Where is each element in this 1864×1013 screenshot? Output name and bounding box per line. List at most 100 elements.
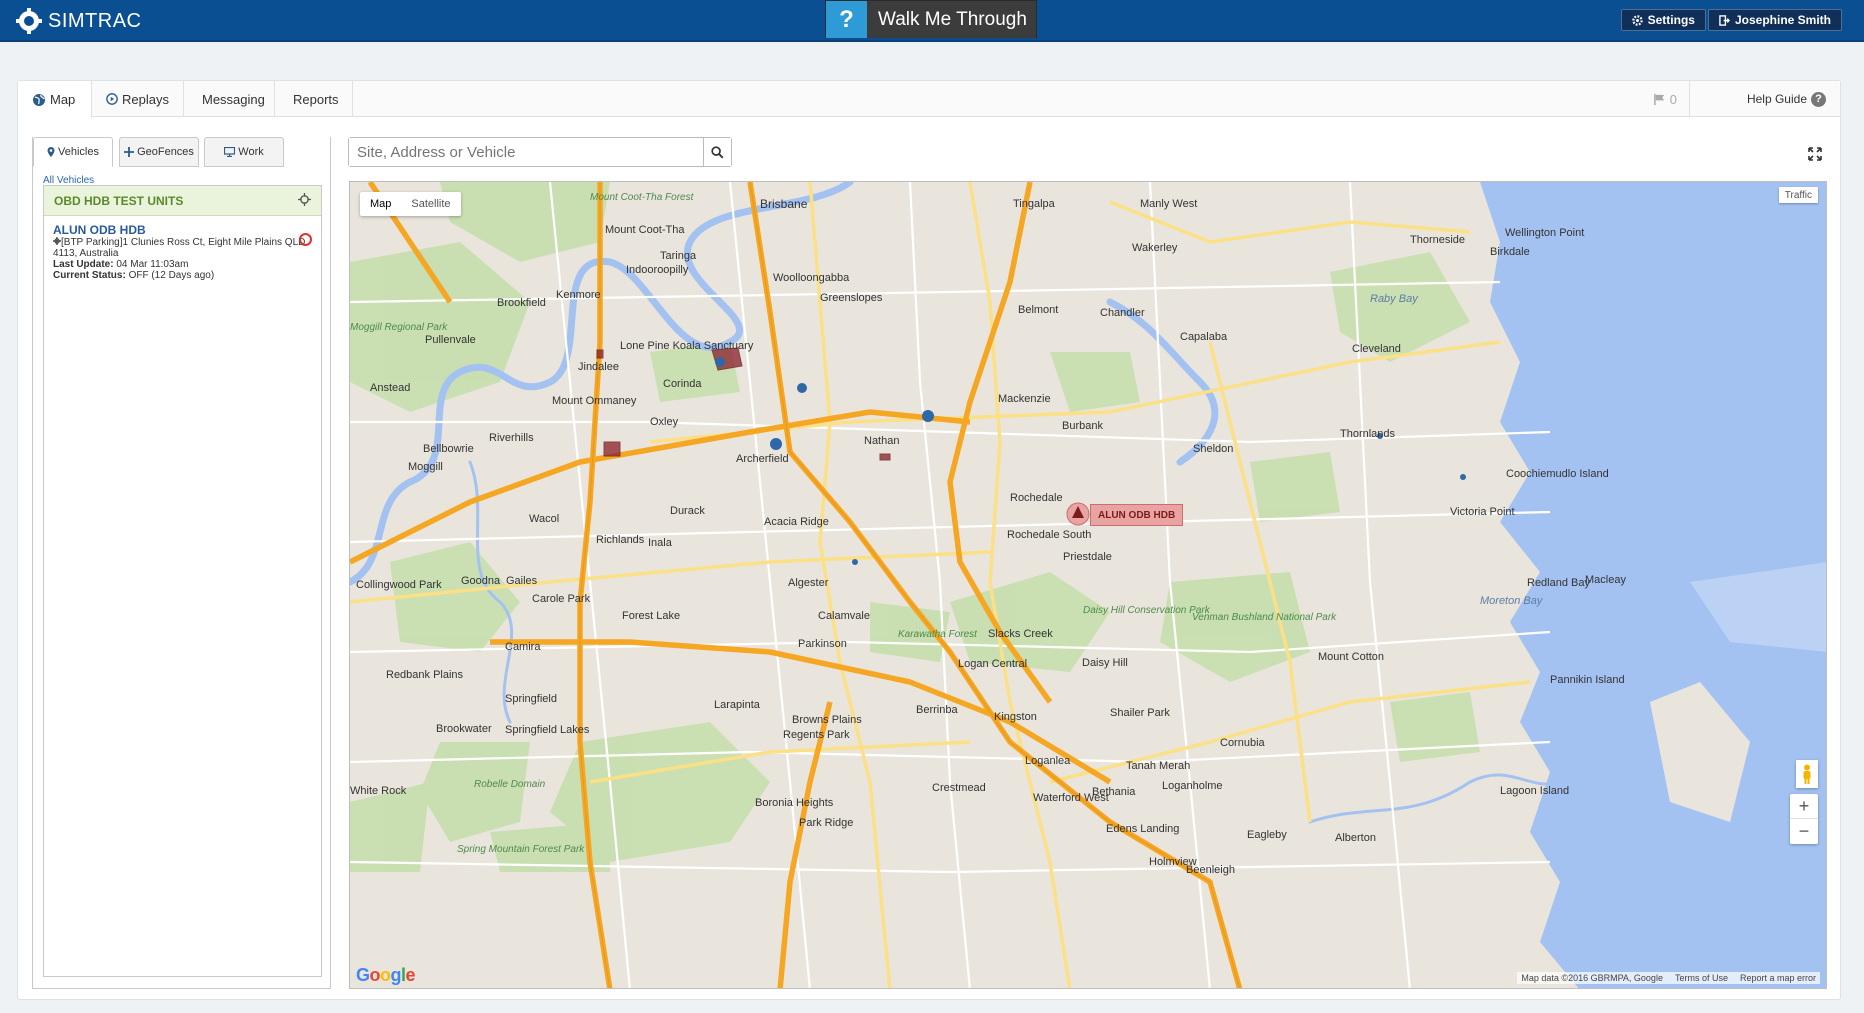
help-icon: ? — [1811, 91, 1826, 107]
vehicle-sidebar: Vehicles GeoFences Work All Vehicles OBD… — [32, 137, 331, 989]
alerts-count: 0 — [1669, 91, 1677, 107]
terms-of-use-link[interactable]: Terms of Use — [1675, 973, 1728, 983]
question-icon: ? — [826, 1, 867, 38]
map-place-label: Tanah Merah — [1126, 760, 1191, 772]
map-place-label: Cleveland — [1352, 343, 1401, 355]
map-place-label: Karawatha Forest — [898, 629, 977, 640]
map-place-label: Gailes — [506, 575, 538, 587]
vehicle-list-item[interactable]: ALUN ODB HDB [BTP Parking]1 Clunies Ross… — [53, 224, 308, 281]
map-place-label: Nathan — [864, 435, 900, 447]
subtab-geofences[interactable]: GeoFences — [119, 137, 199, 167]
map-place-label: Alberton — [1335, 832, 1376, 844]
map-place-label: Daisy Hill Conservation Park — [1083, 605, 1210, 616]
main-panel: Map Replays Messaging Reports 0 Help Gui… — [17, 80, 1841, 1000]
map-place-label: Shailer Park — [1110, 707, 1170, 719]
map-place-label: Macleay — [1585, 574, 1626, 586]
vehicle-marker-icon[interactable] — [1066, 502, 1092, 528]
map-attribution: Map data ©2016 GBRMPA, Google Terms of U… — [1517, 972, 1820, 984]
map-place-label: Edens Landing — [1106, 823, 1180, 835]
alerts-button[interactable]: 0 — [1641, 81, 1690, 117]
map-place-label: Corinda — [663, 378, 702, 390]
map-place-label: Springfield — [505, 693, 557, 705]
vehicle-map-label[interactable]: ALUN ODB HDB — [1090, 504, 1184, 526]
map-place-label: Loganholme — [1162, 780, 1223, 792]
traffic-toggle-button[interactable]: Traffic — [1778, 187, 1818, 203]
map-place-label: Waterford West — [1033, 792, 1109, 804]
crosshair-icon — [124, 147, 135, 157]
map-place-label: Mount Coot-Tha — [605, 224, 685, 236]
map-place-label: Archerfield — [736, 453, 789, 465]
last-update-label: Last Update: — [53, 259, 114, 270]
subtab-work-label: Work — [238, 146, 264, 158]
map-place-label: Forest Lake — [622, 610, 681, 622]
current-status-value: OFF (12 Days ago) — [128, 270, 215, 281]
map-place-label: Richlands — [596, 534, 645, 546]
settings-button[interactable]: Settings — [1620, 9, 1706, 31]
tab-map-label: Map — [50, 92, 76, 107]
map-place-label: Lone Pine Koala Sanctuary — [620, 340, 754, 352]
map-place-label: Regents Park — [783, 729, 850, 741]
globe-icon — [33, 93, 45, 106]
sidebar-subtabs: Vehicles GeoFences Work — [33, 137, 332, 167]
map-place-label: Brookfield — [497, 297, 546, 309]
map-place-label: Bellbowrie — [423, 443, 474, 455]
map-place-label: Birkdale — [1490, 246, 1530, 258]
zoom-control: + − — [1790, 794, 1818, 844]
map-type-satellite-button[interactable]: Satellite — [401, 192, 460, 216]
map-place-label: Calamvale — [818, 610, 870, 622]
map-place-label: Beenleigh — [1186, 864, 1235, 876]
brand-logo-link[interactable]: SIMTRAC — [16, 8, 142, 34]
map-place-label: Collingwood Park — [356, 579, 442, 591]
tab-replays[interactable]: Replays — [92, 81, 184, 117]
tab-map[interactable]: Map — [18, 81, 92, 118]
walk-me-through-button[interactable]: ? Walk Me Through — [825, 0, 1037, 38]
user-name: Josephine Smith — [1734, 13, 1831, 27]
map-place-label: Redbank Plains — [386, 669, 464, 681]
map-marker-icon — [47, 147, 55, 157]
tab-reports[interactable]: Reports — [275, 81, 353, 117]
map-place-label: Rochedale South — [1007, 529, 1092, 541]
map-place-label: Greenslopes — [820, 292, 883, 304]
help-guide-button[interactable]: Help Guide ? — [1747, 81, 1826, 117]
brand-name: SIMTRAC — [48, 9, 142, 32]
subtab-work[interactable]: Work — [204, 137, 284, 167]
map-place-label: Durack — [670, 505, 705, 517]
map-type-map-button[interactable]: Map — [360, 192, 401, 216]
zoom-out-button[interactable]: − — [1790, 819, 1818, 844]
map-place-label: Mount Coot-Tha Forest — [590, 192, 694, 203]
walk-me-through-label: Walk Me Through — [867, 1, 1036, 38]
user-menu-button[interactable]: Josephine Smith — [1707, 9, 1842, 31]
map-place-label: Browns Plains — [792, 714, 862, 726]
map-place-label: Riverhills — [489, 432, 534, 444]
search-input[interactable] — [349, 138, 703, 166]
map-place-label: Kingston — [994, 711, 1037, 723]
map-place-label: Brisbane — [760, 197, 808, 211]
map-place-label: Pullenvale — [425, 334, 476, 346]
report-map-error-link[interactable]: Report a map error — [1740, 973, 1816, 983]
search-button[interactable] — [703, 138, 731, 166]
map-place-label: Carole Park — [532, 593, 591, 605]
tab-reports-label: Reports — [293, 91, 339, 107]
map-place-label: Lagoon Island — [1500, 785, 1570, 797]
map-place-label: Oxley — [650, 416, 679, 428]
map-place-label: Belmont — [1018, 304, 1059, 316]
map-place-label: Raby Bay — [1370, 293, 1418, 305]
locate-group-icon[interactable] — [298, 193, 311, 209]
map-canvas[interactable]: Brisbane Mount Coot-Tha Forest Mount Coot-… — [349, 181, 1827, 989]
map-place-label: Redland Bay — [1527, 577, 1590, 589]
fullscreen-icon[interactable] — [1808, 147, 1822, 161]
map-place-label: Spring Mountain Forest Park — [457, 844, 585, 855]
street-view-pegman-icon[interactable] — [1796, 760, 1818, 788]
map-place-label: Boronia Heights — [755, 797, 834, 809]
map-place-label: Thornlands — [1340, 428, 1396, 440]
tab-messaging[interactable]: Messaging — [184, 81, 275, 117]
map-place-label: Kenmore — [556, 289, 601, 301]
zoom-in-button[interactable]: + — [1790, 794, 1818, 819]
map-place-label: Logan Central — [958, 658, 1028, 670]
simtrac-logo-icon — [16, 8, 42, 34]
map-place-label: Anstead — [370, 382, 411, 394]
subtab-vehicles[interactable]: Vehicles — [33, 137, 113, 167]
vehicle-group-header[interactable]: OBD HDB TEST UNITS — [44, 186, 321, 216]
map-place-label: Wacol — [529, 513, 560, 525]
map-place-label: Robelle Domain — [474, 779, 546, 790]
